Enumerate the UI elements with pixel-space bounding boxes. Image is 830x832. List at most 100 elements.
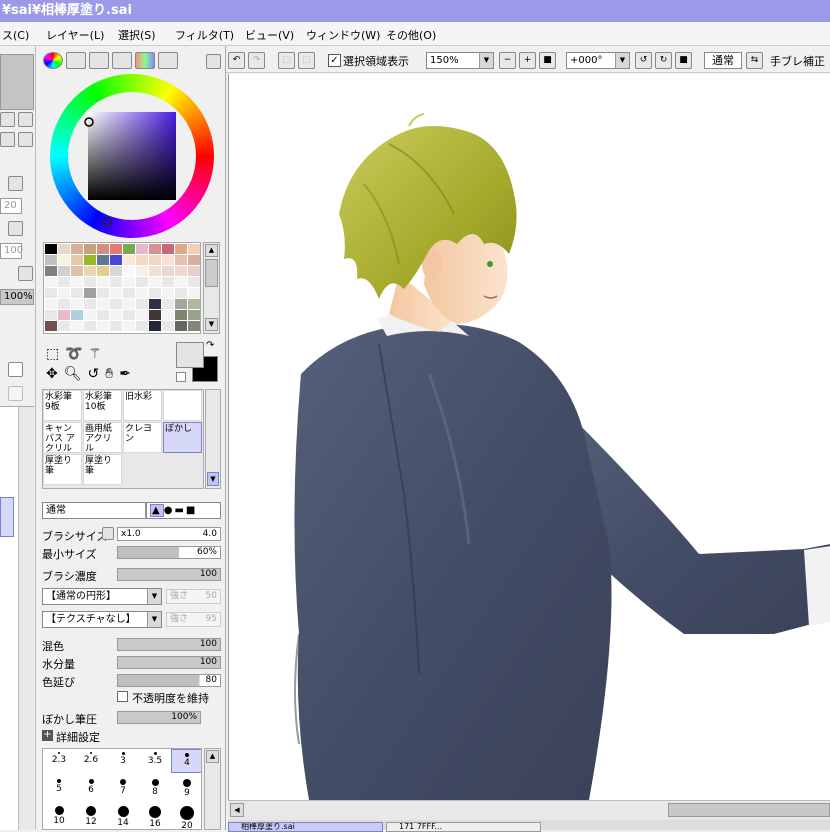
color-swatch[interactable] [45,310,57,320]
color-swatch[interactable] [58,310,70,320]
expand-icon[interactable]: + [42,730,53,741]
zoom-icon[interactable]: 🔍︎ [64,366,88,382]
menu-item-window[interactable]: ウィンドウ(W) [306,27,380,43]
color-swatch[interactable] [84,288,96,298]
color-swatch[interactable] [71,277,83,287]
foreground-swatch[interactable] [176,342,204,368]
swap-colors-icon[interactable]: ↷ [206,340,214,351]
scratchpad-icon[interactable] [158,52,178,69]
color-swatch[interactable] [136,310,148,320]
color-swatch[interactable] [188,266,200,276]
brush-tool[interactable]: 画用紙 アクリル [83,422,122,454]
color-swatch[interactable] [71,266,83,276]
color-swatch[interactable] [162,266,174,276]
color-swatch[interactable] [110,310,122,320]
brush-grid-scrollbar[interactable]: ▼ [205,389,221,489]
brush-tool[interactable]: クレヨン [123,422,162,453]
color-swatch[interactable] [136,266,148,276]
brush-size-preset[interactable]: 7 [107,776,139,800]
tip-flat-icon[interactable]: ▬ [174,505,185,516]
color-swatch[interactable] [45,288,57,298]
color-swatch[interactable] [97,277,109,287]
brush-tool[interactable]: 水彩筆 9板 [43,390,82,421]
min-size-slider[interactable]: 60% [117,546,221,559]
brush-tool[interactable]: 旧水彩 [123,390,162,421]
color-swatch[interactable] [58,255,70,265]
color-swatch[interactable] [97,321,109,331]
color-swatch[interactable] [149,277,161,287]
brush-size-preset[interactable]: 5 [43,776,75,800]
color-swatch[interactable] [188,288,200,298]
brush-tool[interactable]: 厚塗り筆 [83,454,122,485]
color-swatch[interactable] [175,244,187,254]
show-selection-checkbox[interactable]: ✓ [328,54,341,67]
color-swatch[interactable] [84,310,96,320]
color-swatch[interactable] [84,299,96,309]
brush-shape-select[interactable]: 【通常の円形】 ▼ [42,588,162,605]
color-swatch[interactable] [110,321,122,331]
color-swatch[interactable] [71,299,83,309]
color-swatch[interactable] [162,288,174,298]
opacity-field[interactable]: 100% [0,289,34,305]
move-icon[interactable]: ✥ [46,366,64,382]
color-swatch[interactable] [149,288,161,298]
color-swatch[interactable] [71,310,83,320]
brush-size-preset[interactable]: 6 [75,776,107,800]
brush-size-preset[interactable]: 8 [139,776,171,800]
rotation-reset-icon[interactable]: ■ [675,52,692,69]
rect-select-icon[interactable]: ⬚ [46,346,65,362]
brush-size-field[interactable]: x1.0 4.0 [117,527,221,541]
layer-scrollbar[interactable] [18,407,34,830]
brush-size-preset[interactable]: 3 [107,749,139,773]
color-swatch[interactable] [97,266,109,276]
color-swatch[interactable] [175,288,187,298]
color-swatch[interactable] [58,321,70,331]
texture-select[interactable]: 【テクスチャなし】 ▼ [42,611,162,628]
menu-item-canvas[interactable]: ス(C) [2,27,29,43]
blend-slider[interactable]: 100 [117,638,221,651]
brush-size-preset[interactable]: 16 [139,803,171,829]
color-swatch[interactable] [97,255,109,265]
brush-size-preset[interactable]: 12 [75,803,107,827]
color-swatch[interactable] [162,310,174,320]
swatch-mode-icon[interactable] [135,52,155,69]
color-swatch[interactable] [84,277,96,287]
size-multiplier-dropdown[interactable] [102,527,114,540]
color-swatch[interactable] [110,266,122,276]
keep-opacity-checkbox[interactable] [117,691,128,702]
dropdown-icon[interactable] [8,176,23,191]
color-stretch-slider[interactable]: 80 [117,674,221,687]
color-swatch[interactable] [123,266,135,276]
color-swatch[interactable] [175,321,187,331]
color-swatch[interactable] [58,299,70,309]
doc-tab-active[interactable]: 相棒厚塗り.sai [228,822,383,832]
tip-round-icon[interactable]: ● [164,505,175,516]
color-swatch[interactable] [45,321,57,331]
color-swatch[interactable] [58,288,70,298]
color-swatch[interactable] [149,310,161,320]
color-swatch[interactable] [149,244,161,254]
color-swatch[interactable] [45,299,57,309]
rotate-left-icon[interactable]: ↺ [635,52,652,69]
water-slider[interactable]: 100 [117,656,221,669]
color-swatch[interactable] [123,310,135,320]
brush-size-preset[interactable]: 20 [171,803,201,829]
doc-tab[interactable]: 171 7FFF... [386,822,541,832]
brush-tool[interactable] [163,390,202,421]
color-swatch[interactable] [110,277,122,287]
color-swatch[interactable] [149,255,161,265]
brush-size-preset[interactable]: 2.3 [43,749,75,773]
menu-item-other[interactable]: その他(O) [386,27,436,43]
color-swatch[interactable] [149,299,161,309]
color-swatch[interactable] [136,299,148,309]
brush-size-preset[interactable]: 3.5 [139,749,171,773]
color-swatch[interactable] [188,277,200,287]
navigator-preview[interactable] [0,54,34,110]
redo-icon[interactable]: ↷ [248,52,265,69]
color-swatch[interactable] [162,321,174,331]
canvas-h-scrollbar[interactable]: ◀ [228,800,830,820]
zoom-select[interactable]: 150% ▼ [426,52,494,69]
color-swatch[interactable] [188,310,200,320]
zoom-reset-icon[interactable]: ■ [539,52,556,69]
flip-icon[interactable]: ⇆ [746,52,763,69]
